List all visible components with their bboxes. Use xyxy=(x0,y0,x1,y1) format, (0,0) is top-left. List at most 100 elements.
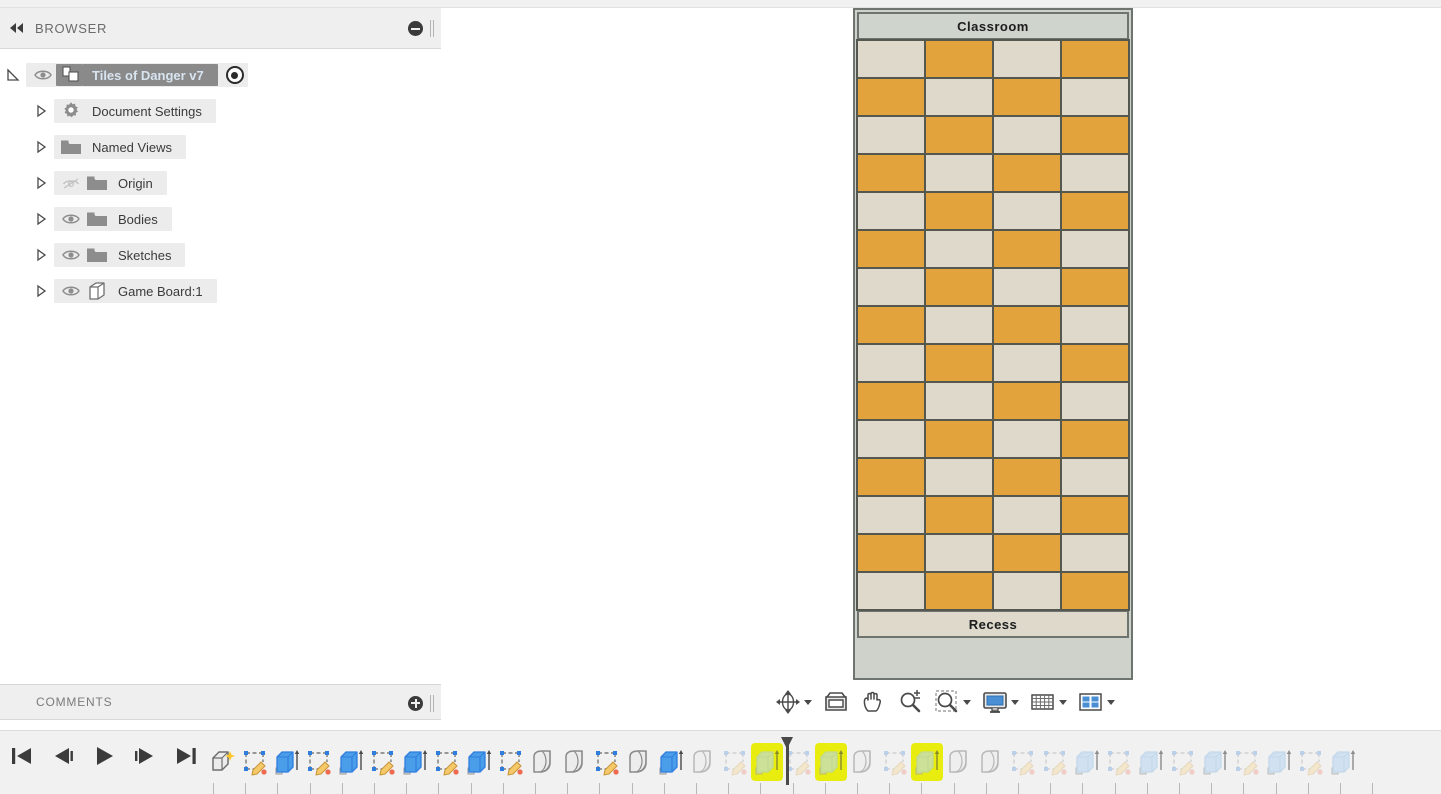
board-tile[interactable] xyxy=(924,153,994,193)
board-tile[interactable] xyxy=(1060,267,1130,307)
board-tile[interactable] xyxy=(856,77,926,117)
chevron-down-icon[interactable] xyxy=(804,699,812,705)
timeline-feature-fillet[interactable] xyxy=(847,743,879,781)
tree-row-bodies[interactable]: Bodies xyxy=(0,205,441,233)
board-tile[interactable] xyxy=(992,571,1062,611)
board-tile[interactable] xyxy=(992,77,1062,117)
target-dot-icon[interactable] xyxy=(225,66,244,84)
timeline-track[interactable] xyxy=(207,737,1441,794)
board-tile[interactable] xyxy=(1060,77,1130,117)
tree-node-pill[interactable]: Game Board:1 xyxy=(54,279,217,303)
chevron-down-icon[interactable] xyxy=(1059,699,1067,705)
panel-grip-icon[interactable] xyxy=(429,694,435,712)
expand-collapse-icon[interactable] xyxy=(28,97,54,125)
timeline-feature-new-component[interactable] xyxy=(207,743,239,781)
timeline-feature-fillet[interactable] xyxy=(975,743,1007,781)
expand-collapse-icon[interactable] xyxy=(28,277,54,305)
viewports-button[interactable] xyxy=(1078,689,1115,715)
zoom-window-button[interactable] xyxy=(934,689,971,715)
timeline-feature-extrude[interactable] xyxy=(911,743,943,781)
timeline-feature-extrude[interactable] xyxy=(271,743,303,781)
board-tile[interactable] xyxy=(856,495,926,535)
timeline-feature-fillet[interactable] xyxy=(687,743,719,781)
board-tile[interactable] xyxy=(924,39,994,79)
zoom-button[interactable] xyxy=(897,689,923,715)
board-tile[interactable] xyxy=(924,533,994,573)
timeline-feature-sketch[interactable] xyxy=(1007,743,1039,781)
grid-snaps-button[interactable] xyxy=(1030,689,1067,715)
board-tile[interactable] xyxy=(856,419,926,459)
chevron-down-icon[interactable] xyxy=(1011,699,1019,705)
chevron-down-icon[interactable] xyxy=(1107,699,1115,705)
board-tile[interactable] xyxy=(856,533,926,573)
eye-visible-icon[interactable] xyxy=(58,208,84,230)
tree-row-root[interactable]: Tiles of Danger v7 xyxy=(0,61,441,89)
board-tile[interactable] xyxy=(924,191,994,231)
board-tile[interactable] xyxy=(924,267,994,307)
timeline-feature-extrude[interactable] xyxy=(1199,743,1231,781)
eye-visible-icon[interactable] xyxy=(58,280,84,302)
board-tile[interactable] xyxy=(924,419,994,459)
tree-node-pill[interactable]: Document Settings xyxy=(54,99,216,123)
board-tile[interactable] xyxy=(1060,571,1130,611)
board-tile[interactable] xyxy=(992,153,1062,193)
timeline-feature-fillet[interactable] xyxy=(559,743,591,781)
board-tile[interactable] xyxy=(1060,229,1130,269)
root-node-pill[interactable]: Tiles of Danger v7 xyxy=(26,63,248,87)
board-tile[interactable] xyxy=(992,381,1062,421)
chevron-down-icon[interactable] xyxy=(963,699,971,705)
board-tile[interactable] xyxy=(924,571,994,611)
board-tile[interactable] xyxy=(924,381,994,421)
board-tile[interactable] xyxy=(992,343,1062,383)
display-settings-button[interactable] xyxy=(982,689,1019,715)
board-tile[interactable] xyxy=(856,381,926,421)
timeline-feature-sketch[interactable] xyxy=(239,743,271,781)
timeline-feature-sketch[interactable] xyxy=(879,743,911,781)
timeline-feature-sketch[interactable] xyxy=(431,743,463,781)
timeline-feature-fillet[interactable] xyxy=(943,743,975,781)
viewport-canvas[interactable]: Classroom Recess xyxy=(441,8,1441,720)
tree-node-pill[interactable]: Named Views xyxy=(54,135,186,159)
timeline-feature-extrude[interactable] xyxy=(1135,743,1167,781)
timeline-feature-sketch[interactable] xyxy=(303,743,335,781)
timeline-feature-extrude[interactable] xyxy=(1071,743,1103,781)
tree-row-named-views[interactable]: Named Views xyxy=(0,133,441,161)
timeline-feature-sketch[interactable] xyxy=(719,743,751,781)
board-tile[interactable] xyxy=(992,229,1062,269)
timeline-feature-extrude[interactable] xyxy=(463,743,495,781)
board-tile[interactable] xyxy=(856,115,926,155)
board-tile[interactable] xyxy=(924,305,994,345)
timeline-feature-sketch[interactable] xyxy=(1103,743,1135,781)
look-at-button[interactable] xyxy=(823,689,849,715)
timeline-feature-extrude[interactable] xyxy=(335,743,367,781)
board-tile[interactable] xyxy=(924,343,994,383)
board-tile[interactable] xyxy=(1060,305,1130,345)
board-tile[interactable] xyxy=(992,495,1062,535)
go-to-beginning-button[interactable] xyxy=(10,745,34,767)
board-tile[interactable] xyxy=(992,419,1062,459)
timeline-feature-sketch[interactable] xyxy=(591,743,623,781)
board-tile[interactable] xyxy=(856,153,926,193)
timeline-feature-extrude[interactable] xyxy=(399,743,431,781)
panel-grip-icon[interactable] xyxy=(429,20,435,37)
board-tile[interactable] xyxy=(992,39,1062,79)
board-tile[interactable] xyxy=(1060,343,1130,383)
eye-visible-icon[interactable] xyxy=(58,244,84,266)
board-tile[interactable] xyxy=(1060,39,1130,79)
timeline-feature-extrude[interactable] xyxy=(815,743,847,781)
timeline-feature-sketch[interactable] xyxy=(1167,743,1199,781)
timeline-feature-fillet[interactable] xyxy=(623,743,655,781)
pan-button[interactable] xyxy=(860,689,886,715)
tree-node-pill[interactable]: Origin xyxy=(54,171,167,195)
comments-bar[interactable]: COMMENTS xyxy=(0,684,441,720)
board-tile[interactable] xyxy=(856,457,926,497)
board-tile[interactable] xyxy=(1060,533,1130,573)
orbit-button[interactable] xyxy=(775,689,812,715)
board-tile-grid[interactable] xyxy=(856,39,1130,611)
board-tile[interactable] xyxy=(1060,419,1130,459)
timeline-feature-extrude[interactable] xyxy=(751,743,783,781)
eye-hidden-icon[interactable] xyxy=(58,172,84,194)
board-tile[interactable] xyxy=(856,267,926,307)
board-tile[interactable] xyxy=(992,115,1062,155)
timeline-feature-sketch[interactable] xyxy=(1295,743,1327,781)
